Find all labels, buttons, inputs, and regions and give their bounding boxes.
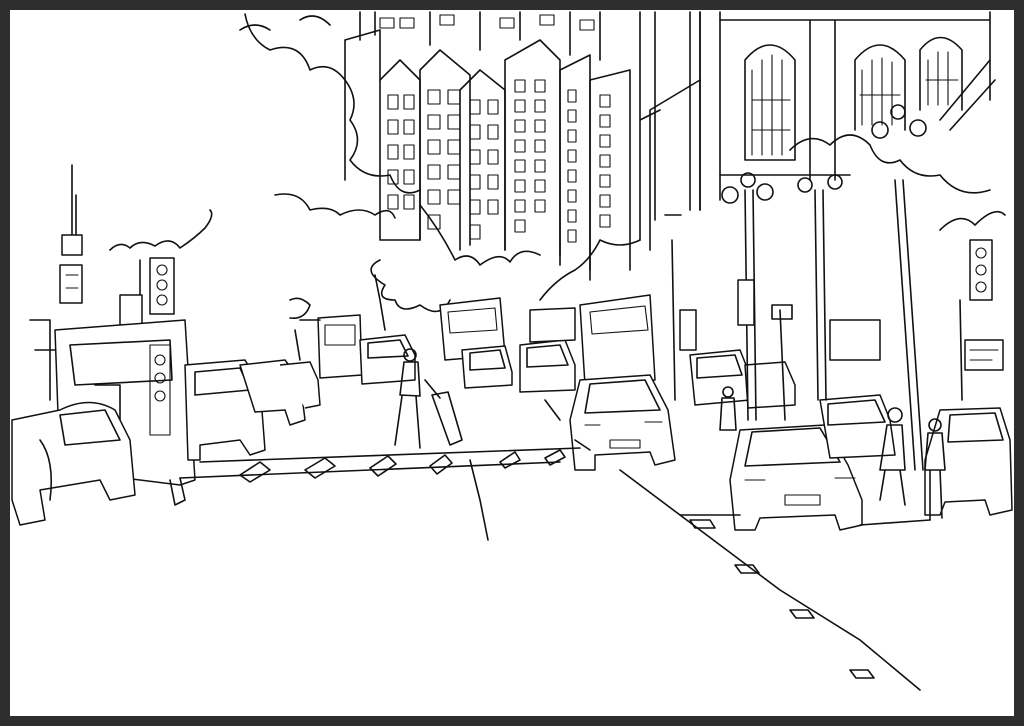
picture-frame — [0, 0, 1024, 726]
trees — [109, 13, 1006, 331]
buildings — [344, 11, 996, 281]
city-street-line-drawing — [11, 11, 1013, 691]
drawing-paper — [10, 10, 1014, 716]
right-cars — [729, 361, 1013, 531]
